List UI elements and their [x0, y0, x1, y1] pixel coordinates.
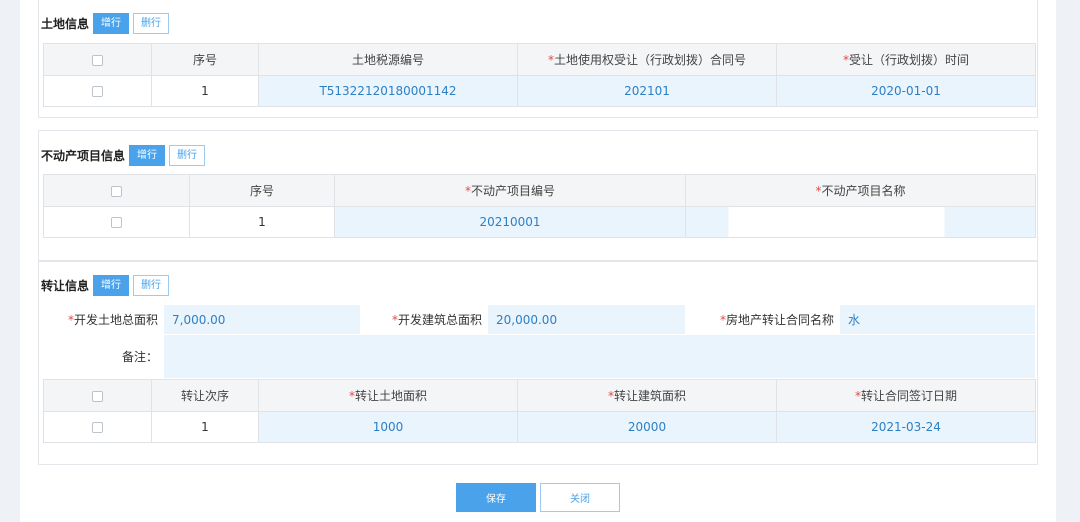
col-contract-no: *土地使用权受让（行政划拨）合同号	[517, 43, 777, 76]
select-all-checkbox[interactable]	[92, 390, 103, 402]
property-info-panel: 不动产项目信息 增行 删行 序号 *不动产项目编号 *不动产项目名称 1 202…	[38, 130, 1038, 261]
col-transfer-sign-date-label: 转让合同签订日期	[860, 389, 957, 403]
save-button[interactable]: 保存	[456, 483, 536, 512]
table-header-row: 转让次序 *转让土地面积 *转让建筑面积 *转让合同签订日期	[43, 379, 1036, 412]
col-project-name: *不动产项目名称	[685, 174, 1036, 207]
close-button[interactable]: 关闭	[540, 483, 620, 512]
land-info-header: 土地信息 增行 删行	[41, 12, 170, 34]
col-contract-no-label: 土地使用权受让（行政划拨）合同号	[553, 53, 746, 67]
row-checkbox[interactable]	[92, 422, 103, 433]
contract-name-field[interactable]: 水	[840, 305, 1035, 334]
col-transfer-land-area-label: 转让土地面积	[354, 389, 427, 403]
col-transfer-land-area: *转让土地面积	[258, 379, 518, 412]
transfer-info-title: 转让信息	[41, 278, 90, 293]
select-all-cell[interactable]	[43, 174, 190, 207]
land-area-label-text: 开发土地总面积	[73, 313, 158, 327]
row-select-cell[interactable]	[43, 75, 152, 107]
table-header-row: 序号 *不动产项目编号 *不动产项目名称	[43, 174, 1036, 207]
property-add-row-button[interactable]: 增行	[129, 144, 166, 166]
col-transfer-seq: 转让次序	[151, 379, 259, 412]
transfer-add-row-button[interactable]: 增行	[93, 274, 130, 296]
row-select-cell[interactable]	[43, 411, 152, 443]
land-info-table: 序号 土地税源编号 *土地使用权受让（行政划拨）合同号 *受让（行政划拨）时间 …	[43, 43, 1036, 107]
col-transfer-sign-date: *转让合同签订日期	[776, 379, 1036, 412]
form-page: 土地信息 增行 删行 序号 土地税源编号 *土地使用权受让（行政划拨）合同号 *…	[20, 0, 1056, 522]
select-all-cell[interactable]	[43, 379, 152, 412]
land-area-label: *开发土地总面积	[43, 305, 164, 334]
col-seq: 序号	[189, 174, 335, 207]
row-seq: 1	[151, 75, 259, 107]
row-checkbox[interactable]	[92, 86, 103, 97]
transfer-delete-row-button[interactable]: 删行	[133, 274, 170, 296]
select-all-cell[interactable]	[43, 43, 152, 76]
row-tax-no[interactable]: T51322120180001142	[258, 75, 518, 107]
transfer-info-header: 转让信息 增行 删行	[41, 274, 170, 296]
row-project-name[interactable]	[685, 206, 1036, 238]
build-area-field[interactable]: 20,000.00	[488, 305, 685, 334]
remark-label: 备注：	[43, 335, 164, 378]
select-all-checkbox[interactable]	[92, 54, 103, 66]
col-tax-no: 土地税源编号	[258, 43, 518, 76]
transfer-form-row-areas: *开发土地总面积 7,000.00 *开发建筑总面积 20,000.00 *房地…	[43, 305, 1035, 335]
row-select-cell[interactable]	[43, 206, 190, 238]
build-area-label: *开发建筑总面积	[360, 305, 488, 334]
col-seq: 序号	[151, 43, 259, 76]
property-info-title: 不动产项目信息	[41, 148, 126, 163]
row-checkbox[interactable]	[111, 217, 122, 228]
select-all-checkbox[interactable]	[111, 185, 122, 197]
transfer-table: 转让次序 *转让土地面积 *转让建筑面积 *转让合同签订日期 1 1000 20…	[43, 379, 1036, 443]
land-info-panel: 土地信息 增行 删行 序号 土地税源编号 *土地使用权受让（行政划拨）合同号 *…	[38, 0, 1038, 118]
col-project-name-label: 不动产项目名称	[821, 184, 906, 198]
build-area-label-text: 开发建筑总面积	[397, 313, 482, 327]
col-transfer-time-label: 受让（行政划拨）时间	[848, 53, 969, 67]
table-row: 1 1000 20000 2021-03-24	[43, 411, 1036, 443]
transfer-info-panel: 转让信息 增行 删行 *开发土地总面积 7,000.00 *开发建筑总面积 20…	[38, 261, 1038, 465]
land-add-row-button[interactable]: 增行	[93, 12, 130, 34]
row-seq: 1	[189, 206, 335, 238]
col-transfer-time: *受让（行政划拨）时间	[776, 43, 1036, 76]
property-info-header: 不动产项目信息 增行 删行	[41, 144, 206, 166]
table-row: 1 20210001	[43, 206, 1036, 238]
table-header-row: 序号 土地税源编号 *土地使用权受让（行政划拨）合同号 *受让（行政划拨）时间	[43, 43, 1036, 76]
table-row: 1 T51322120180001142 202101 2020-01-01	[43, 75, 1036, 107]
row-transfer-sign-date[interactable]: 2021-03-24	[776, 411, 1036, 443]
land-info-title: 土地信息	[41, 16, 90, 31]
col-project-no: *不动产项目编号	[334, 174, 686, 207]
contract-name-label-text: 房地产转让合同名称	[725, 313, 834, 327]
col-transfer-build-area-label: 转让建筑面积	[613, 389, 686, 403]
remark-field[interactable]	[164, 335, 1035, 378]
row-transfer-build-area[interactable]: 20000	[517, 411, 777, 443]
property-info-table: 序号 *不动产项目编号 *不动产项目名称 1 20210001	[43, 174, 1036, 238]
col-transfer-build-area: *转让建筑面积	[517, 379, 777, 412]
col-project-no-label: 不动产项目编号	[470, 184, 555, 198]
land-area-field[interactable]: 7,000.00	[164, 305, 360, 334]
property-delete-row-button[interactable]: 删行	[169, 144, 206, 166]
row-project-no[interactable]: 20210001	[334, 206, 686, 238]
footer-actions: 保存 关闭	[20, 483, 1056, 512]
land-delete-row-button[interactable]: 删行	[133, 12, 170, 34]
row-contract-no[interactable]: 202101	[517, 75, 777, 107]
contract-name-label: *房地产转让合同名称	[685, 305, 840, 334]
row-transfer-seq: 1	[151, 411, 259, 443]
row-transfer-time[interactable]: 2020-01-01	[776, 75, 1036, 107]
row-transfer-land-area[interactable]: 1000	[258, 411, 518, 443]
transfer-form-row-remark: 备注：	[43, 335, 1035, 379]
